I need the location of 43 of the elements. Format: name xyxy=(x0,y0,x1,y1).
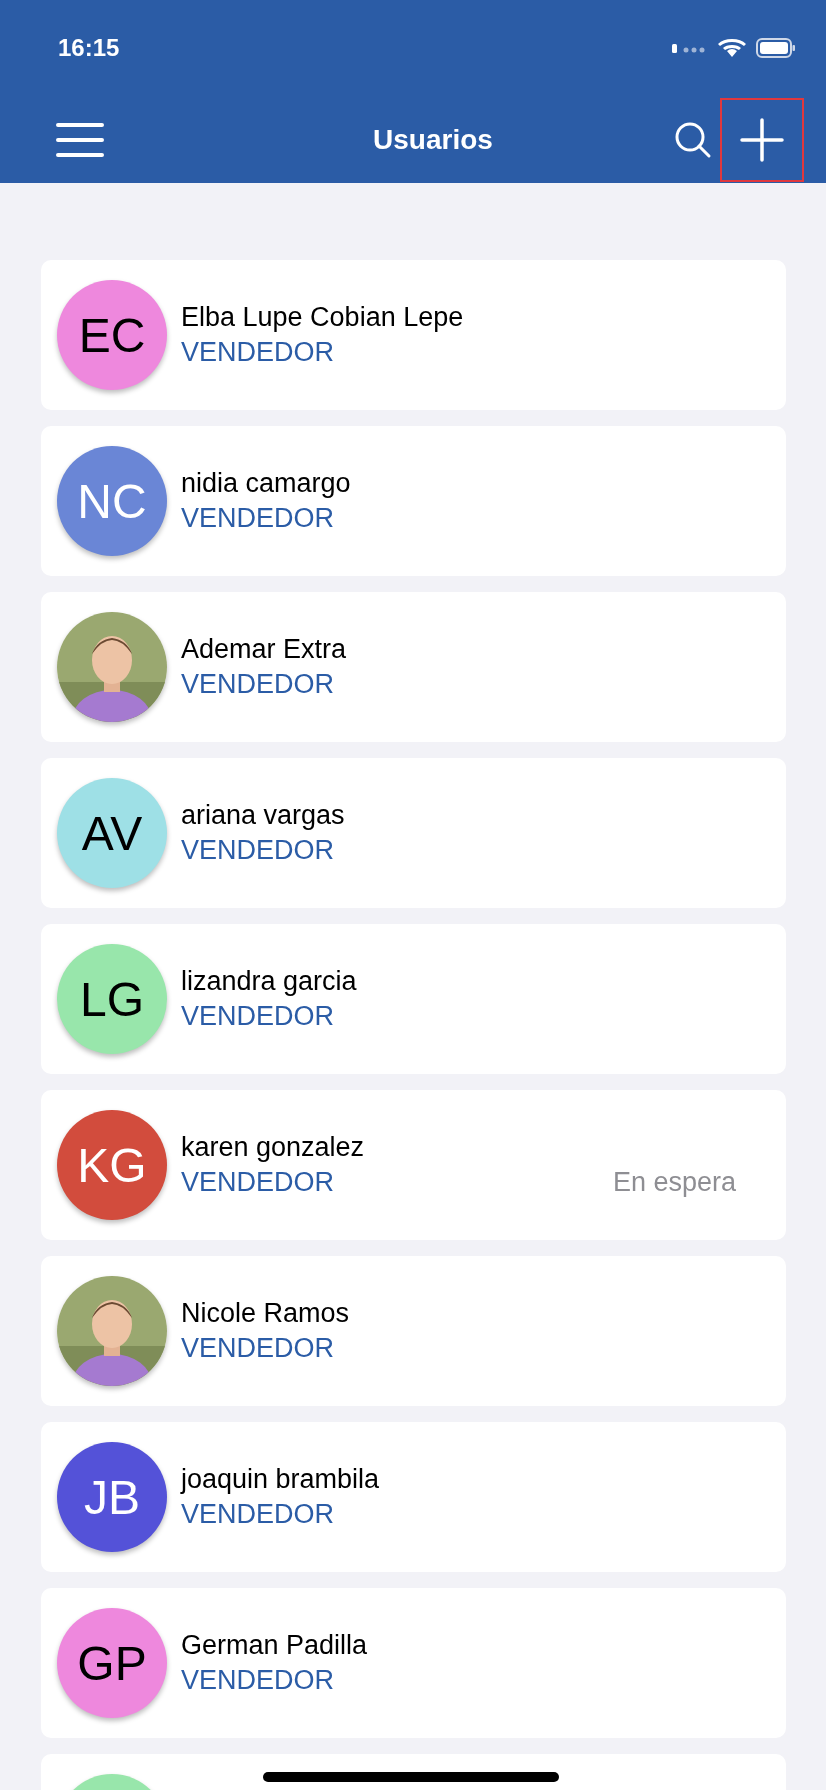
avatar: LG xyxy=(57,944,167,1054)
battery-icon xyxy=(756,38,796,58)
user-role: VENDEDOR xyxy=(181,1167,335,1198)
user-role: VENDEDOR xyxy=(181,503,335,534)
status-time: 16:15 xyxy=(58,34,120,62)
user-role: VENDEDOR xyxy=(181,1333,335,1364)
user-name: nidia camargo xyxy=(181,468,352,499)
user-name: lizandra garcia xyxy=(181,966,358,997)
user-card[interactable]: Ademar Extra VENDEDOR xyxy=(41,592,786,742)
user-name: ariana vargas xyxy=(181,800,346,831)
user-card[interactable]: Nicole Ramos VENDEDOR xyxy=(41,1256,786,1406)
user-name: Elba Lupe Cobian Lepe xyxy=(181,302,465,333)
user-card[interactable]: JB joaquin brambila VENDEDOR xyxy=(41,1422,786,1572)
user-role: VENDEDOR xyxy=(181,1665,335,1696)
avatar: GP xyxy=(57,1608,167,1718)
menu-icon xyxy=(56,121,104,158)
user-name: joaquin brambila xyxy=(181,1464,381,1495)
user-card[interactable]: KG karen gonzalez VENDEDOR En espera xyxy=(41,1090,786,1240)
avatar: EC xyxy=(57,280,167,390)
user-name: Nicole Ramos xyxy=(181,1298,351,1329)
user-name: German Padilla xyxy=(181,1630,369,1661)
user-role: VENDEDOR xyxy=(181,1499,335,1530)
page-title: Usuarios xyxy=(372,123,493,156)
plus-icon xyxy=(740,117,784,162)
user-role: VENDEDOR xyxy=(181,1001,335,1032)
avatar: NC xyxy=(57,446,167,556)
user-role: VENDEDOR xyxy=(181,669,335,700)
user-name: Ademar Extra xyxy=(181,634,348,665)
user-name: karen gonzalez xyxy=(181,1132,366,1163)
avatar: AV xyxy=(57,778,167,888)
search-icon xyxy=(674,120,712,159)
user-role: VENDEDOR xyxy=(181,337,335,368)
user-card[interactable]: EC Elba Lupe Cobian Lepe VENDEDOR xyxy=(41,260,786,410)
user-role: VENDEDOR xyxy=(181,835,335,866)
user-card[interactable]: AV ariana vargas VENDEDOR xyxy=(41,758,786,908)
avatar: KG xyxy=(57,1110,167,1220)
user-card[interactable]: LG lizandra garcia VENDEDOR xyxy=(41,924,786,1074)
user-status: En espera xyxy=(612,1167,736,1198)
user-card[interactable]: GP German Padilla VENDEDOR xyxy=(41,1588,786,1738)
avatar: JB xyxy=(57,1442,167,1552)
user-card[interactable]: NC nidia camargo VENDEDOR xyxy=(41,426,786,576)
add-button[interactable] xyxy=(720,97,804,182)
wifi-icon xyxy=(718,38,746,58)
